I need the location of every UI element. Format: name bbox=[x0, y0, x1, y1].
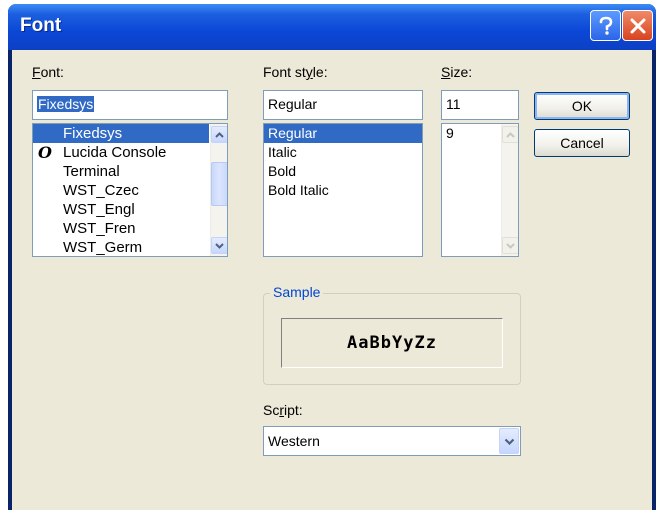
font-label: Font: bbox=[32, 64, 64, 80]
font-list-item[interactable]: O Lucida Console bbox=[33, 143, 209, 162]
script-value: Western bbox=[268, 433, 320, 449]
chevron-up-icon bbox=[506, 131, 515, 138]
chevron-up-icon bbox=[215, 131, 224, 138]
font-label-text: ont: bbox=[40, 64, 64, 80]
size-scroll-up-button[interactable] bbox=[502, 126, 518, 143]
font-dialog: Font Font: Fixedsys Fixedsys O Lucida Cons… bbox=[8, 4, 656, 510]
font-list[interactable]: Fixedsys O Lucida Console Terminal WST_Czec W… bbox=[32, 123, 228, 257]
cancel-button[interactable]: Cancel bbox=[534, 129, 630, 157]
font-list-item[interactable]: Fixedsys bbox=[33, 124, 209, 143]
font-style-list-item[interactable]: Regular bbox=[264, 124, 422, 143]
dialog-body: Font: Fixedsys Fixedsys O Lucida Console Te… bbox=[12, 50, 652, 510]
font-list-item-label: Lucida Console bbox=[63, 144, 167, 161]
font-list-item[interactable]: WST_Engl bbox=[33, 200, 209, 219]
sample-group: Sample AaBbYyZz bbox=[263, 284, 521, 385]
font-name-input[interactable]: Fixedsys bbox=[32, 90, 228, 120]
font-list-item-label: Terminal bbox=[63, 163, 120, 180]
font-name-value: Fixedsys bbox=[37, 96, 95, 112]
ok-button-label: OK bbox=[571, 98, 593, 114]
font-list-items: Fixedsys O Lucida Console Terminal WST_Czec W… bbox=[33, 124, 227, 256]
size-list-scrollbar[interactable] bbox=[501, 124, 518, 256]
script-dropdown-button[interactable] bbox=[499, 428, 519, 454]
font-list-item[interactable]: WST_Fren bbox=[33, 219, 209, 238]
opentype-font-icon: O bbox=[38, 143, 52, 162]
size-scroll-down-button[interactable] bbox=[502, 237, 518, 254]
font-style-list[interactable]: Regular Italic Bold Bold Italic bbox=[263, 123, 423, 257]
font-list-item-label: Fixedsys bbox=[63, 125, 123, 142]
scroll-down-button[interactable] bbox=[211, 237, 227, 254]
sample-title: Sample bbox=[270, 284, 324, 300]
chevron-down-icon bbox=[215, 242, 224, 249]
window-title: Font bbox=[20, 15, 62, 36]
size-label: Size: bbox=[441, 64, 473, 80]
size-list-item[interactable]: 9 bbox=[442, 124, 500, 143]
help-icon bbox=[599, 16, 612, 35]
close-button[interactable] bbox=[622, 10, 653, 41]
font-list-item[interactable]: WST_Germ bbox=[33, 238, 209, 256]
chevron-down-icon bbox=[504, 438, 514, 445]
script-select[interactable]: Western bbox=[263, 426, 521, 456]
font-list-item[interactable]: Terminal bbox=[33, 162, 209, 181]
font-style-value: Regular bbox=[268, 96, 318, 112]
scroll-thumb[interactable] bbox=[211, 162, 227, 206]
font-style-input[interactable]: Regular bbox=[263, 90, 423, 120]
sample-preview: AaBbYyZz bbox=[281, 318, 503, 368]
font-style-list-items: Regular Italic Bold Bold Italic bbox=[264, 124, 422, 200]
script-label: Script: bbox=[263, 402, 303, 418]
help-button[interactable] bbox=[590, 10, 621, 41]
font-style-list-item[interactable]: Italic bbox=[264, 143, 422, 162]
ok-button[interactable]: OK bbox=[534, 92, 630, 120]
font-list-item-label: WST_Germ bbox=[63, 239, 143, 256]
close-icon bbox=[630, 18, 645, 33]
size-input[interactable]: 11 bbox=[441, 90, 519, 120]
scroll-up-button[interactable] bbox=[211, 126, 227, 143]
cancel-button-label: Cancel bbox=[560, 135, 604, 151]
font-style-label: Font style: bbox=[263, 64, 328, 80]
sample-text: AaBbYyZz bbox=[347, 333, 437, 353]
font-list-item-label: WST_Czec bbox=[63, 182, 139, 199]
size-value: 11 bbox=[446, 96, 461, 112]
font-style-list-item[interactable]: Bold bbox=[264, 162, 422, 181]
font-list-item-label: WST_Fren bbox=[63, 220, 136, 237]
title-bar[interactable]: Font bbox=[8, 4, 656, 50]
font-list-item[interactable]: WST_Czec bbox=[33, 181, 209, 200]
font-list-item-label: WST_Engl bbox=[63, 201, 135, 218]
chevron-down-icon bbox=[506, 242, 515, 249]
size-list[interactable]: 9 bbox=[441, 123, 519, 257]
font-list-scrollbar[interactable] bbox=[210, 124, 227, 256]
font-style-list-item[interactable]: Bold Italic bbox=[264, 181, 422, 200]
